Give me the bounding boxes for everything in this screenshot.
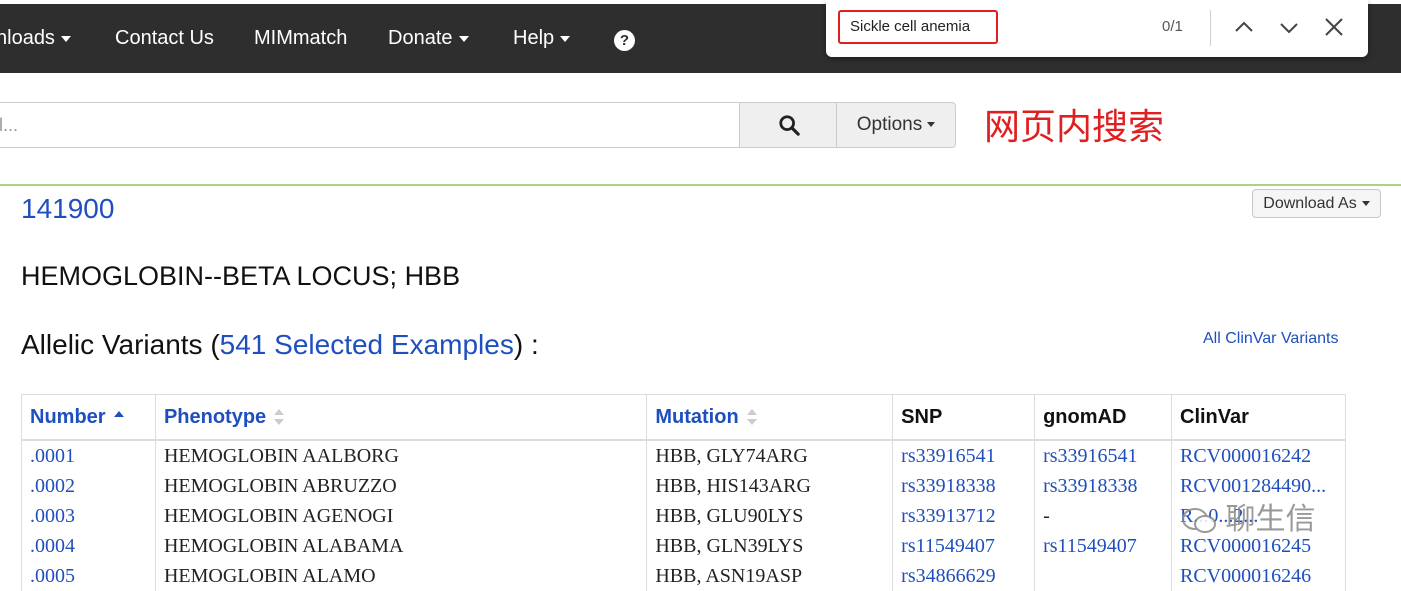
variant-number-link[interactable]: .0003 (21, 501, 156, 531)
gnomad-link[interactable]: rs33916541 (1034, 440, 1172, 471)
mutation-cell: HBB, HIS143ARG (646, 471, 894, 501)
nav-donate[interactable]: Donate (388, 27, 469, 50)
phenotype-cell: HEMOGLOBIN ABRUZZO (154, 471, 648, 501)
column-header-clinvar: ClinVar (1171, 394, 1346, 441)
heading-prefix: Allelic Variants ( (21, 329, 220, 360)
options-label: Options (856, 114, 923, 135)
phenotype-cell: HEMOGLOBIN ALABAMA (154, 531, 648, 561)
mutation-cell: HBB, ASN19ASP (646, 561, 894, 591)
table-row: .0001 HEMOGLOBIN AALBORG HBB, GLY74ARG r… (21, 440, 1346, 471)
mutation-cell: HBB, GLY74ARG (646, 440, 894, 471)
selected-examples-link[interactable]: 541 Selected Examples (220, 329, 514, 360)
entry-title: HEMOGLOBIN--BETA LOCUS; HBB (21, 261, 461, 291)
mutation-cell: HBB, GLU90LYS (646, 501, 894, 531)
search-icon (779, 115, 800, 136)
find-input[interactable]: Sickle cell anemia (838, 10, 998, 44)
snp-link[interactable]: rs33913712 (892, 501, 1036, 531)
sort-icon (746, 409, 757, 426)
chevron-up-icon[interactable] (1232, 15, 1256, 39)
download-as-label: Download As (1263, 195, 1357, 212)
phenotype-cell: HEMOGLOBIN AGENOGI (154, 501, 648, 531)
table-row: .0002 HEMOGLOBIN ABRUZZO HBB, HIS143ARG … (21, 471, 1346, 501)
table-row: .0003 HEMOGLOBIN AGENOGI HBB, GLU90LYS r… (21, 501, 1346, 531)
heading-suffix: ) : (513, 329, 539, 360)
column-header-snp: SNP (892, 394, 1036, 441)
variant-number-link[interactable]: .0001 (21, 440, 156, 471)
header-label: Number (30, 405, 106, 428)
gnomad-link[interactable]: rs11549407 (1034, 531, 1172, 561)
find-separator (1210, 10, 1211, 46)
gnomad-cell: - (1034, 501, 1172, 531)
search-button[interactable] (739, 102, 837, 148)
snp-link[interactable]: rs11549407 (892, 531, 1036, 561)
gnomad-link[interactable]: rs33918338 (1034, 471, 1172, 501)
caret-down-icon (458, 35, 469, 42)
variant-number-link[interactable]: .0002 (21, 471, 156, 501)
caret-down-icon (60, 35, 71, 42)
nav-mimmatch-label: MIMmatch (254, 27, 348, 49)
nav-downloads-label: nloads (0, 27, 55, 49)
variant-number-link[interactable]: .0005 (21, 561, 156, 591)
variant-number-link[interactable]: .0004 (21, 531, 156, 561)
find-in-page-bar: Sickle cell anemia 0/1 (826, 0, 1368, 57)
nav-donate-label: Donate (388, 27, 453, 49)
caret-down-icon (560, 35, 571, 42)
close-icon[interactable] (1322, 15, 1346, 39)
column-header-gnomad: gnomAD (1034, 394, 1172, 441)
nav-contact-us-label: Contact Us (115, 27, 214, 49)
mutation-cell: HBB, GLN39LYS (646, 531, 894, 561)
find-match-count: 0/1 (1162, 18, 1183, 35)
watermark-text: 聊生信 (1225, 502, 1316, 537)
search-input[interactable]: l... (0, 102, 740, 148)
caret-down-icon (1361, 201, 1370, 207)
chevron-down-icon[interactable] (1277, 15, 1301, 39)
table-row: .0004 HEMOGLOBIN ALABAMA HBB, GLN39LYS r… (21, 531, 1346, 561)
header-label: Phenotype (163, 405, 267, 428)
entry-number-link[interactable]: 141900 (21, 193, 114, 225)
snp-link[interactable]: rs33918338 (892, 471, 1036, 501)
allelic-variants-table: Number Phenotype Mutation SNP gnomAD Cli… (21, 394, 1346, 591)
snp-link[interactable]: rs33916541 (892, 440, 1036, 471)
sort-icon (274, 409, 285, 426)
column-header-mutation[interactable]: Mutation (646, 394, 894, 441)
allelic-variants-heading: Allelic Variants (541 Selected Examples)… (21, 329, 539, 361)
nav-help[interactable]: Help (513, 27, 571, 50)
table-row: .0005 HEMOGLOBIN ALAMO HBB, ASN19ASP rs3… (21, 561, 1346, 591)
phenotype-cell: HEMOGLOBIN ALAMO (154, 561, 648, 591)
nav-help-label: Help (513, 27, 555, 49)
question-circle-icon[interactable]: ? (614, 30, 635, 51)
caret-down-icon (927, 122, 936, 128)
sort-ascending-icon (113, 411, 124, 418)
gnomad-link[interactable] (1034, 561, 1172, 591)
wechat-icon (1182, 507, 1216, 533)
divider (0, 184, 1401, 186)
download-as-button[interactable]: Download As (1252, 189, 1381, 218)
clinvar-link[interactable]: RCV000016246 (1171, 561, 1346, 591)
options-button[interactable]: Options (836, 102, 956, 148)
nav-contact-us[interactable]: Contact Us (115, 27, 214, 50)
wechat-watermark: 聊生信 (1182, 494, 1316, 538)
nav-mimmatch[interactable]: MIMmatch (254, 27, 347, 50)
nav-downloads[interactable]: nloads (0, 27, 71, 50)
all-clinvar-variants-link[interactable]: All ClinVar Variants (1203, 330, 1338, 348)
column-header-phenotype[interactable]: Phenotype (154, 394, 648, 441)
annotation-text: 网页内搜索 (984, 107, 1165, 148)
phenotype-cell: HEMOGLOBIN AALBORG (154, 440, 648, 471)
snp-link[interactable]: rs34866629 (892, 561, 1036, 591)
clinvar-link[interactable]: RCV000016242 (1171, 440, 1346, 471)
header-label: Mutation (655, 405, 739, 428)
column-header-number[interactable]: Number (21, 394, 156, 441)
